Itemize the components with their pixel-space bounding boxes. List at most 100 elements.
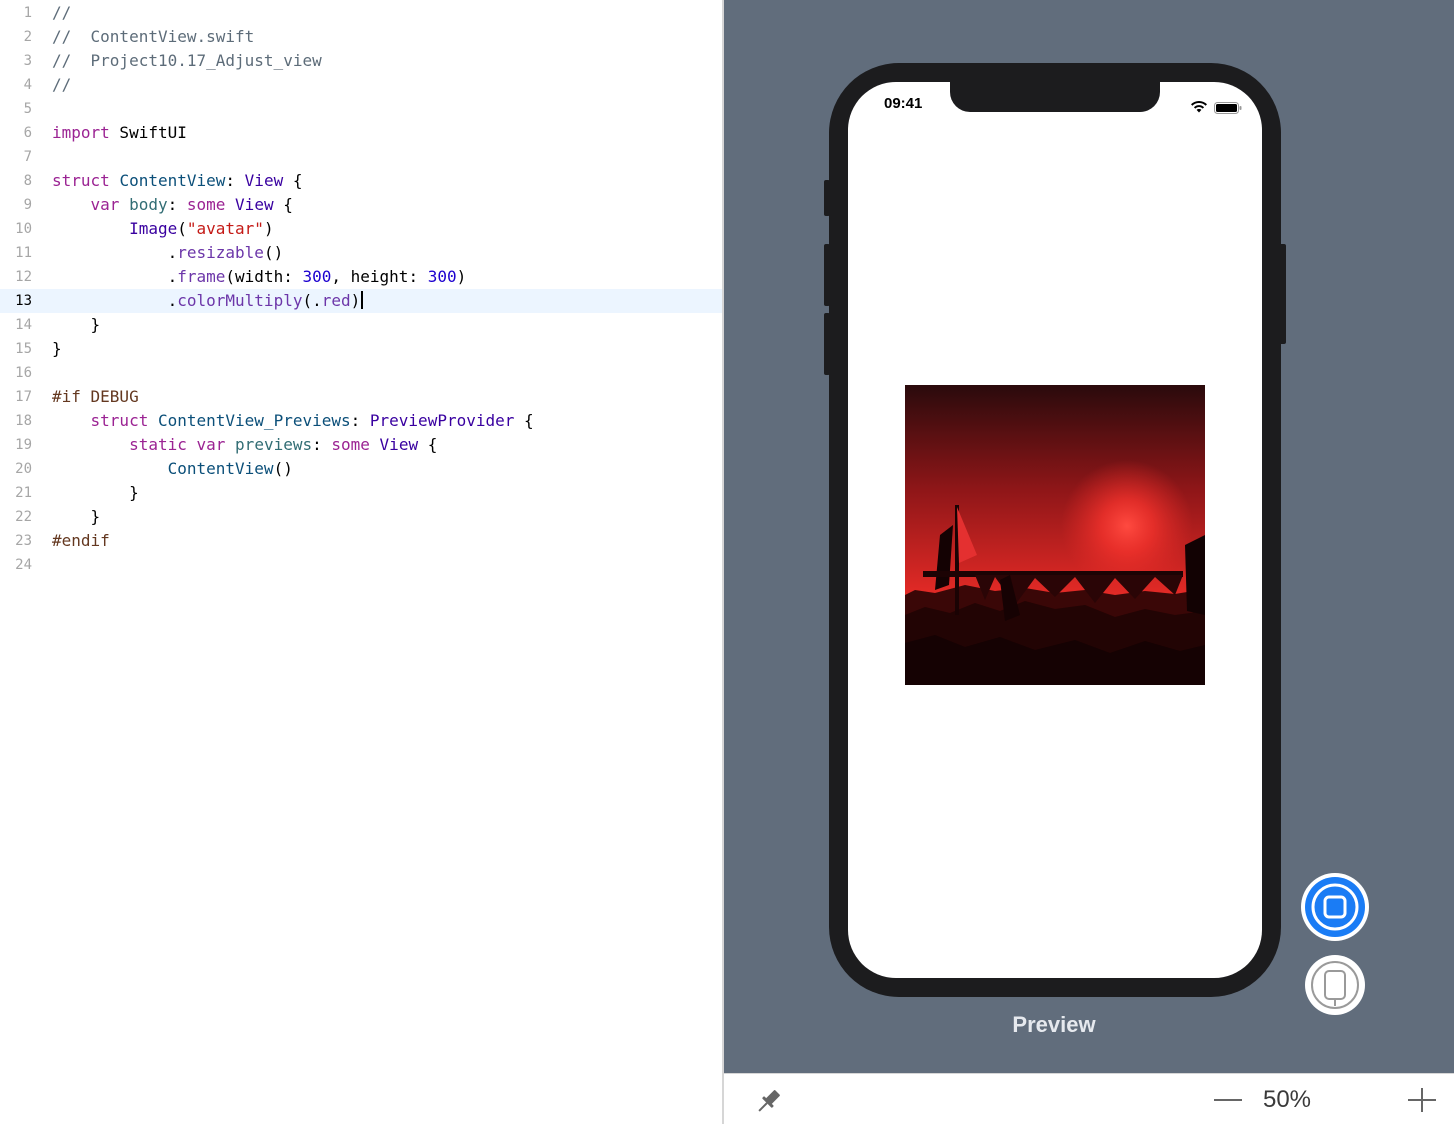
line-number: 22 bbox=[15, 509, 32, 525]
code-token: resizable bbox=[177, 243, 264, 262]
code-token: struct bbox=[52, 171, 110, 190]
code-text: } bbox=[52, 337, 62, 361]
line-number: 23 bbox=[15, 533, 32, 549]
code-line[interactable]: 18 struct ContentView_Previews: PreviewP… bbox=[0, 409, 722, 433]
code-line[interactable]: 19 static var previews: some View { bbox=[0, 433, 722, 457]
code-text: // ContentView.swift bbox=[52, 25, 254, 49]
code-token: (. bbox=[302, 291, 322, 310]
live-preview-icon bbox=[1305, 877, 1365, 937]
code-token: SwiftUI bbox=[109, 123, 187, 142]
code-line[interactable]: 16 bbox=[0, 361, 722, 385]
code-token: . bbox=[52, 267, 178, 286]
line-number: 3 bbox=[23, 53, 32, 69]
code-token: . bbox=[52, 291, 178, 310]
line-number: 11 bbox=[15, 245, 32, 261]
code-line[interactable]: 17 #if DEBUG bbox=[0, 385, 722, 409]
code-token: // bbox=[52, 75, 72, 94]
code-line[interactable]: 4 // bbox=[0, 73, 722, 97]
wifi-icon bbox=[1190, 98, 1208, 117]
code-line[interactable]: 2 // ContentView.swift bbox=[0, 25, 722, 49]
code-token: ( bbox=[177, 219, 187, 238]
code-line[interactable]: 15} bbox=[0, 337, 722, 361]
code-token: { bbox=[418, 435, 438, 454]
code-line[interactable]: 5 bbox=[0, 97, 722, 121]
code-editor[interactable]: 1 // 2 // ContentView.swift 3 // Project10.17… bbox=[0, 0, 722, 1124]
line-number: 14 bbox=[15, 317, 32, 333]
code-text: // bbox=[52, 1, 71, 25]
code-token: static bbox=[129, 435, 187, 454]
code-token: View bbox=[235, 195, 274, 214]
code-line[interactable]: 3 // Project10.17_Adjust_view bbox=[0, 49, 722, 73]
code-text: struct ContentView: View { bbox=[52, 169, 302, 193]
zoom-out-icon[interactable] bbox=[1212, 1088, 1244, 1112]
live-preview-button[interactable] bbox=[1301, 873, 1369, 941]
line-number: 17 bbox=[15, 389, 32, 405]
pin-icon[interactable] bbox=[754, 1086, 784, 1120]
code-line[interactable]: 10 Image("avatar") bbox=[0, 217, 722, 241]
code-text: static var previews: some View { bbox=[52, 433, 437, 457]
code-line[interactable]: 21 } bbox=[0, 481, 722, 505]
device-notch bbox=[950, 82, 1160, 112]
device-preview-button[interactable] bbox=[1305, 955, 1365, 1015]
code-token: var bbox=[196, 435, 226, 454]
code-line[interactable]: 20 ContentView() bbox=[0, 457, 722, 481]
device-preview-icon bbox=[1311, 961, 1359, 1009]
code-token: . bbox=[52, 243, 178, 262]
code-line[interactable]: 12 .frame(width: 300, height: 300) bbox=[0, 265, 722, 289]
device-screen: 09:41 bbox=[848, 82, 1262, 978]
code-line[interactable]: 7 bbox=[0, 145, 722, 169]
code-token: colorMultiply bbox=[177, 291, 303, 310]
code-token: (width: bbox=[225, 267, 303, 286]
code-text: var body: some View { bbox=[52, 193, 293, 217]
code-line[interactable]: 6 import SwiftUI bbox=[0, 121, 722, 145]
code-token: , height: bbox=[331, 267, 428, 286]
code-text: Image("avatar") bbox=[52, 217, 274, 241]
line-number: 20 bbox=[15, 461, 32, 477]
code-token: frame bbox=[177, 267, 226, 286]
code-text: } bbox=[52, 313, 101, 337]
line-number: 16 bbox=[15, 365, 32, 381]
line-number: 13 bbox=[15, 293, 32, 309]
code-token: // ContentView.swift bbox=[52, 27, 255, 46]
line-number: 12 bbox=[15, 269, 32, 285]
code-text: .resizable() bbox=[52, 241, 284, 265]
code-line[interactable]: 1 // bbox=[0, 1, 722, 25]
line-number: 15 bbox=[15, 341, 32, 357]
code-token: ) bbox=[456, 267, 467, 286]
line-number: 19 bbox=[15, 437, 32, 453]
zoom-in-icon[interactable] bbox=[1406, 1088, 1438, 1112]
text-cursor bbox=[361, 291, 364, 309]
code-line[interactable]: 13 .colorMultiply(.red) bbox=[0, 289, 722, 313]
code-text: struct ContentView_Previews: PreviewProv… bbox=[52, 409, 534, 433]
code-text: // bbox=[52, 73, 71, 97]
code-token: } bbox=[52, 507, 101, 526]
code-line[interactable]: 9 var body: some View { bbox=[0, 193, 722, 217]
code-token: body bbox=[129, 195, 168, 214]
line-number: 6 bbox=[23, 125, 32, 141]
code-token: : bbox=[167, 195, 187, 214]
code-token: "avatar" bbox=[186, 219, 264, 238]
code-line[interactable]: 8 struct ContentView: View { bbox=[0, 169, 722, 193]
code-line[interactable]: 23 #endif bbox=[0, 529, 722, 553]
status-time: 09:41 bbox=[884, 95, 923, 112]
code-line[interactable]: 11 .resizable() bbox=[0, 241, 722, 265]
code-line[interactable]: 14 } bbox=[0, 313, 722, 337]
code-token: ) bbox=[350, 291, 361, 310]
code-line[interactable]: 24 bbox=[0, 553, 722, 577]
code-token: some bbox=[186, 195, 226, 214]
code-token: ContentView bbox=[167, 459, 274, 478]
code-token: : bbox=[312, 435, 332, 454]
battery-icon bbox=[1214, 99, 1242, 118]
code-token: ContentView_Previews bbox=[157, 411, 351, 430]
code-line[interactable]: 22 } bbox=[0, 505, 722, 529]
code-token: } bbox=[52, 483, 139, 502]
